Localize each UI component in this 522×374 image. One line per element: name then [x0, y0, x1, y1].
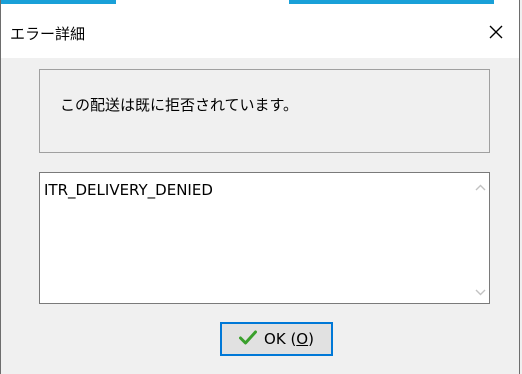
- window-title: エラー詳細: [10, 25, 86, 43]
- check-icon: [239, 330, 258, 349]
- accent-bar-right: [289, 0, 494, 4]
- scroll-down-button[interactable]: [472, 282, 489, 299]
- message-panel: この配送は既に拒否されています。: [39, 69, 490, 153]
- close-icon: [488, 24, 504, 40]
- error-detail-textbox[interactable]: ITR_DELIVERY_DENIED: [39, 172, 490, 304]
- close-button[interactable]: [473, 6, 519, 58]
- error-dialog-window: エラー詳細 この配送は既に拒否されています。 ITR_DELIVERY_DENI…: [0, 0, 520, 374]
- ok-label-prefix: OK (: [264, 330, 297, 348]
- ok-label-suffix: ): [308, 330, 314, 348]
- title-bar[interactable]: エラー詳細: [1, 6, 519, 58]
- error-message: この配送は既に拒否されています。: [60, 96, 299, 114]
- chevron-up-icon: [475, 176, 486, 195]
- scroll-up-button[interactable]: [472, 177, 489, 194]
- vertical-scrollbar[interactable]: [472, 173, 489, 303]
- error-code-text: ITR_DELIVERY_DENIED: [44, 181, 213, 199]
- chevron-down-icon: [475, 281, 486, 300]
- ok-button[interactable]: OK (O): [220, 322, 333, 356]
- ok-button-label: OK (O): [264, 330, 314, 348]
- accent-bar-left: [1, 0, 116, 4]
- ok-mnemonic: O: [296, 330, 309, 348]
